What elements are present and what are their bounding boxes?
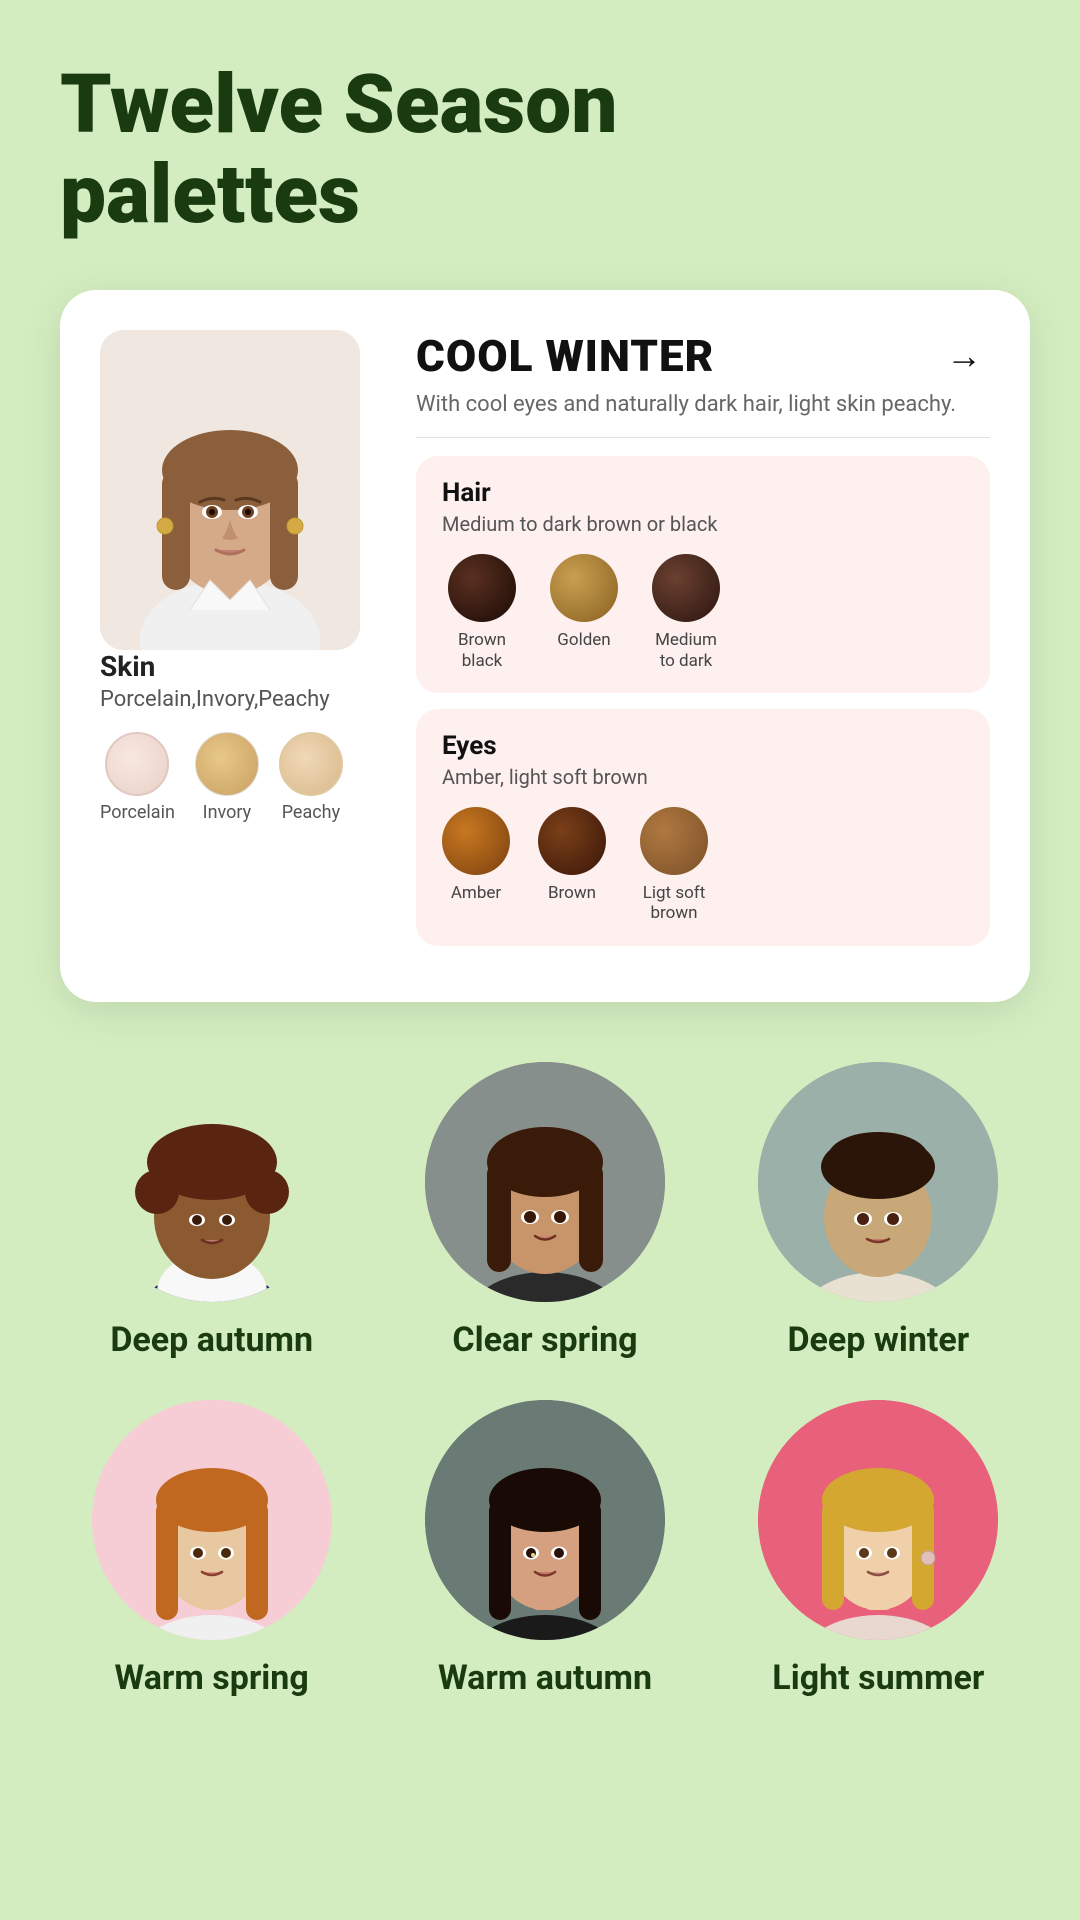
season-name-warm-autumn: Warm autumn [438, 1658, 652, 1698]
eye-swatch-brown: Brown [538, 807, 606, 924]
season-item-deep-autumn[interactable]: Deep autumn [60, 1062, 363, 1360]
eyes-title: Eyes [442, 731, 964, 761]
season-item-clear-spring[interactable]: Clear spring [393, 1062, 696, 1360]
card-right: COOL WINTER → With cool eyes and natural… [416, 330, 990, 961]
eye-swatch-circle-1 [442, 807, 510, 875]
page-title: Twelve Season palettes [60, 60, 1030, 240]
hair-subtitle: Medium to dark brown or black [442, 512, 964, 536]
eye-swatch-circle-3 [640, 807, 708, 875]
hair-swatch-medium-dark: Medium to dark [646, 554, 726, 671]
season-name-warm-spring: Warm spring [115, 1658, 309, 1698]
swatch-circle-porcelain [105, 732, 169, 796]
skin-swatches: Porcelain Invory Peachy [100, 732, 343, 823]
eyes-subtitle: Amber, light soft brown [442, 765, 964, 789]
season-header: COOL WINTER → [416, 330, 990, 382]
eye-swatch-label-3: Ligt soft brown [634, 883, 714, 924]
avatar-warm-spring [92, 1400, 332, 1640]
hair-title: Hair [442, 478, 964, 508]
eye-swatch-circle-2 [538, 807, 606, 875]
swatch-label-peachy: Peachy [282, 802, 340, 823]
eye-swatch-amber: Amber [442, 807, 510, 924]
season-title: COOL WINTER [416, 330, 714, 382]
season-name-clear-spring: Clear spring [452, 1320, 637, 1360]
hair-swatch-label-2: Golden [557, 630, 610, 650]
season-item-light-summer[interactable]: Light summer [727, 1400, 1030, 1698]
swatch-ivory: Invory [195, 732, 259, 823]
swatch-label-porcelain: Porcelain [100, 802, 175, 823]
avatar-warm-autumn [425, 1400, 665, 1640]
skin-sublabel: Porcelain,Invory,Peachy [100, 687, 330, 712]
avatar-clear-spring [425, 1062, 665, 1302]
season-item-warm-spring[interactable]: Warm spring [60, 1400, 363, 1698]
hair-attribute-box: Hair Medium to dark brown or black Brown… [416, 456, 990, 693]
hair-swatch-circle-1 [448, 554, 516, 622]
eye-swatch-label-1: Amber [451, 883, 501, 903]
season-grid: Deep autumn [60, 1062, 1030, 1698]
avatar-deep-autumn [92, 1062, 332, 1302]
season-name-light-summer: Light summer [772, 1658, 984, 1698]
avatar-deep-winter [758, 1062, 998, 1302]
card-left: Skin Porcelain,Invory,Peachy Porcelain I… [100, 330, 380, 961]
hair-swatch-label-1: Brown black [442, 630, 522, 671]
season-name-deep-autumn: Deep autumn [110, 1320, 313, 1360]
swatch-circle-peachy [279, 732, 343, 796]
season-name-deep-winter: Deep winter [787, 1320, 969, 1360]
swatch-circle-ivory [195, 732, 259, 796]
hair-swatch-label-3: Medium to dark [646, 630, 726, 671]
skin-label: Skin [100, 650, 155, 683]
person-photo [100, 330, 360, 650]
eyes-attribute-box: Eyes Amber, light soft brown Amber Brown… [416, 709, 990, 946]
swatch-peachy: Peachy [279, 732, 343, 823]
hair-swatches: Brown black Golden Medium to dark [442, 554, 964, 671]
page-container: Twelve Season palettes [0, 0, 1080, 1920]
season-card: Skin Porcelain,Invory,Peachy Porcelain I… [60, 290, 1030, 1001]
avatar-light-summer [758, 1400, 998, 1640]
hair-swatch-brown-black: Brown black [442, 554, 522, 671]
divider [416, 437, 990, 438]
swatch-label-ivory: Invory [203, 802, 251, 823]
swatch-porcelain: Porcelain [100, 732, 175, 823]
season-desc: With cool eyes and naturally dark hair, … [416, 390, 990, 421]
season-item-warm-autumn[interactable]: Warm autumn [393, 1400, 696, 1698]
hair-swatch-circle-3 [652, 554, 720, 622]
hair-swatch-golden: Golden [550, 554, 618, 671]
eyes-swatches: Amber Brown Ligt soft brown [442, 807, 964, 924]
eye-swatch-light-soft-brown: Ligt soft brown [634, 807, 714, 924]
eye-swatch-label-2: Brown [548, 883, 596, 903]
season-item-deep-winter[interactable]: Deep winter [727, 1062, 1030, 1360]
hair-swatch-circle-2 [550, 554, 618, 622]
season-arrow-button[interactable]: → [938, 330, 990, 382]
